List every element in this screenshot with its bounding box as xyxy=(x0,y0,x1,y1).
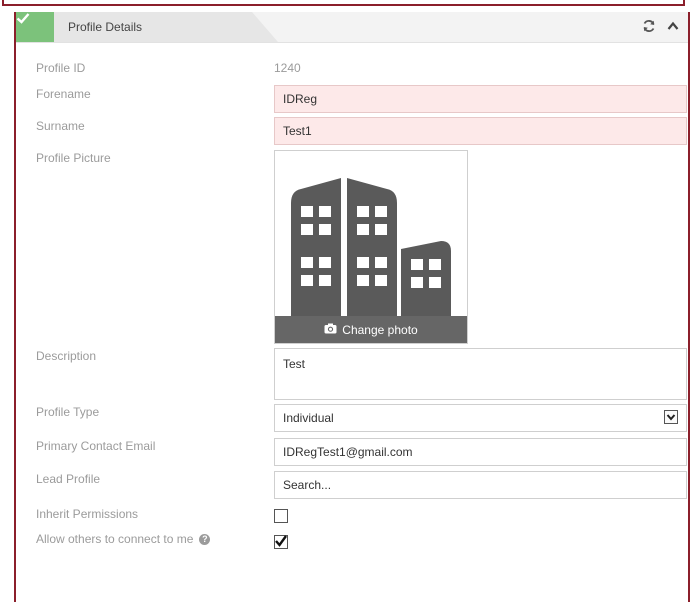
profile-picture-label: Profile Picture xyxy=(36,151,111,165)
profile-id-value: 1240 xyxy=(274,61,301,75)
profile-type-select[interactable]: Individual xyxy=(274,404,687,432)
description-textarea[interactable]: Test xyxy=(274,348,687,400)
primary-email-label: Primary Contact Email xyxy=(36,439,156,453)
profile-type-value: Individual xyxy=(283,411,334,425)
chevron-up-icon[interactable] xyxy=(666,19,680,33)
primary-email-input[interactable]: IDRegTest1@gmail.com xyxy=(274,438,687,466)
surname-label: Surname xyxy=(36,119,85,133)
forename-input[interactable]: IDReg xyxy=(274,85,687,113)
header-actions xyxy=(642,19,680,33)
change-photo-label: Change photo xyxy=(342,322,418,337)
lead-profile-search[interactable]: Search... xyxy=(274,471,687,499)
profile-panel: Profile Details Profile ID 1240 Forename… xyxy=(14,12,690,602)
inherit-permissions-checkbox[interactable] xyxy=(274,509,288,523)
panel-tab: Profile Details xyxy=(16,12,278,42)
panel-title: Profile Details xyxy=(68,20,143,34)
description-label: Description xyxy=(36,349,97,363)
camera-icon xyxy=(324,323,337,337)
allow-connect-label: Allow others to connect to me? xyxy=(36,532,211,546)
checkmark-icon xyxy=(275,535,287,547)
profile-type-label: Profile Type xyxy=(36,405,100,419)
check-icon xyxy=(16,12,54,42)
surname-input[interactable]: Test1 xyxy=(274,117,687,145)
profile-picture[interactable]: Change photo xyxy=(274,150,468,344)
panel-header: Profile Details xyxy=(16,12,688,43)
allow-connect-checkbox[interactable] xyxy=(274,535,288,549)
refresh-icon[interactable] xyxy=(642,19,656,33)
forename-label: Forename xyxy=(36,87,91,101)
profile-id-label: Profile ID xyxy=(36,61,86,75)
lead-profile-label: Lead Profile xyxy=(36,472,101,486)
outer-frame-top xyxy=(2,0,685,6)
tab-shape xyxy=(16,12,278,42)
building-icon xyxy=(291,178,451,316)
help-icon[interactable]: ? xyxy=(199,534,211,546)
change-photo-button[interactable]: Change photo xyxy=(275,316,467,343)
inherit-permissions-label: Inherit Permissions xyxy=(36,507,139,521)
allow-connect-label-text: Allow others to connect to me xyxy=(36,532,194,546)
chevron-down-icon[interactable] xyxy=(664,410,678,424)
